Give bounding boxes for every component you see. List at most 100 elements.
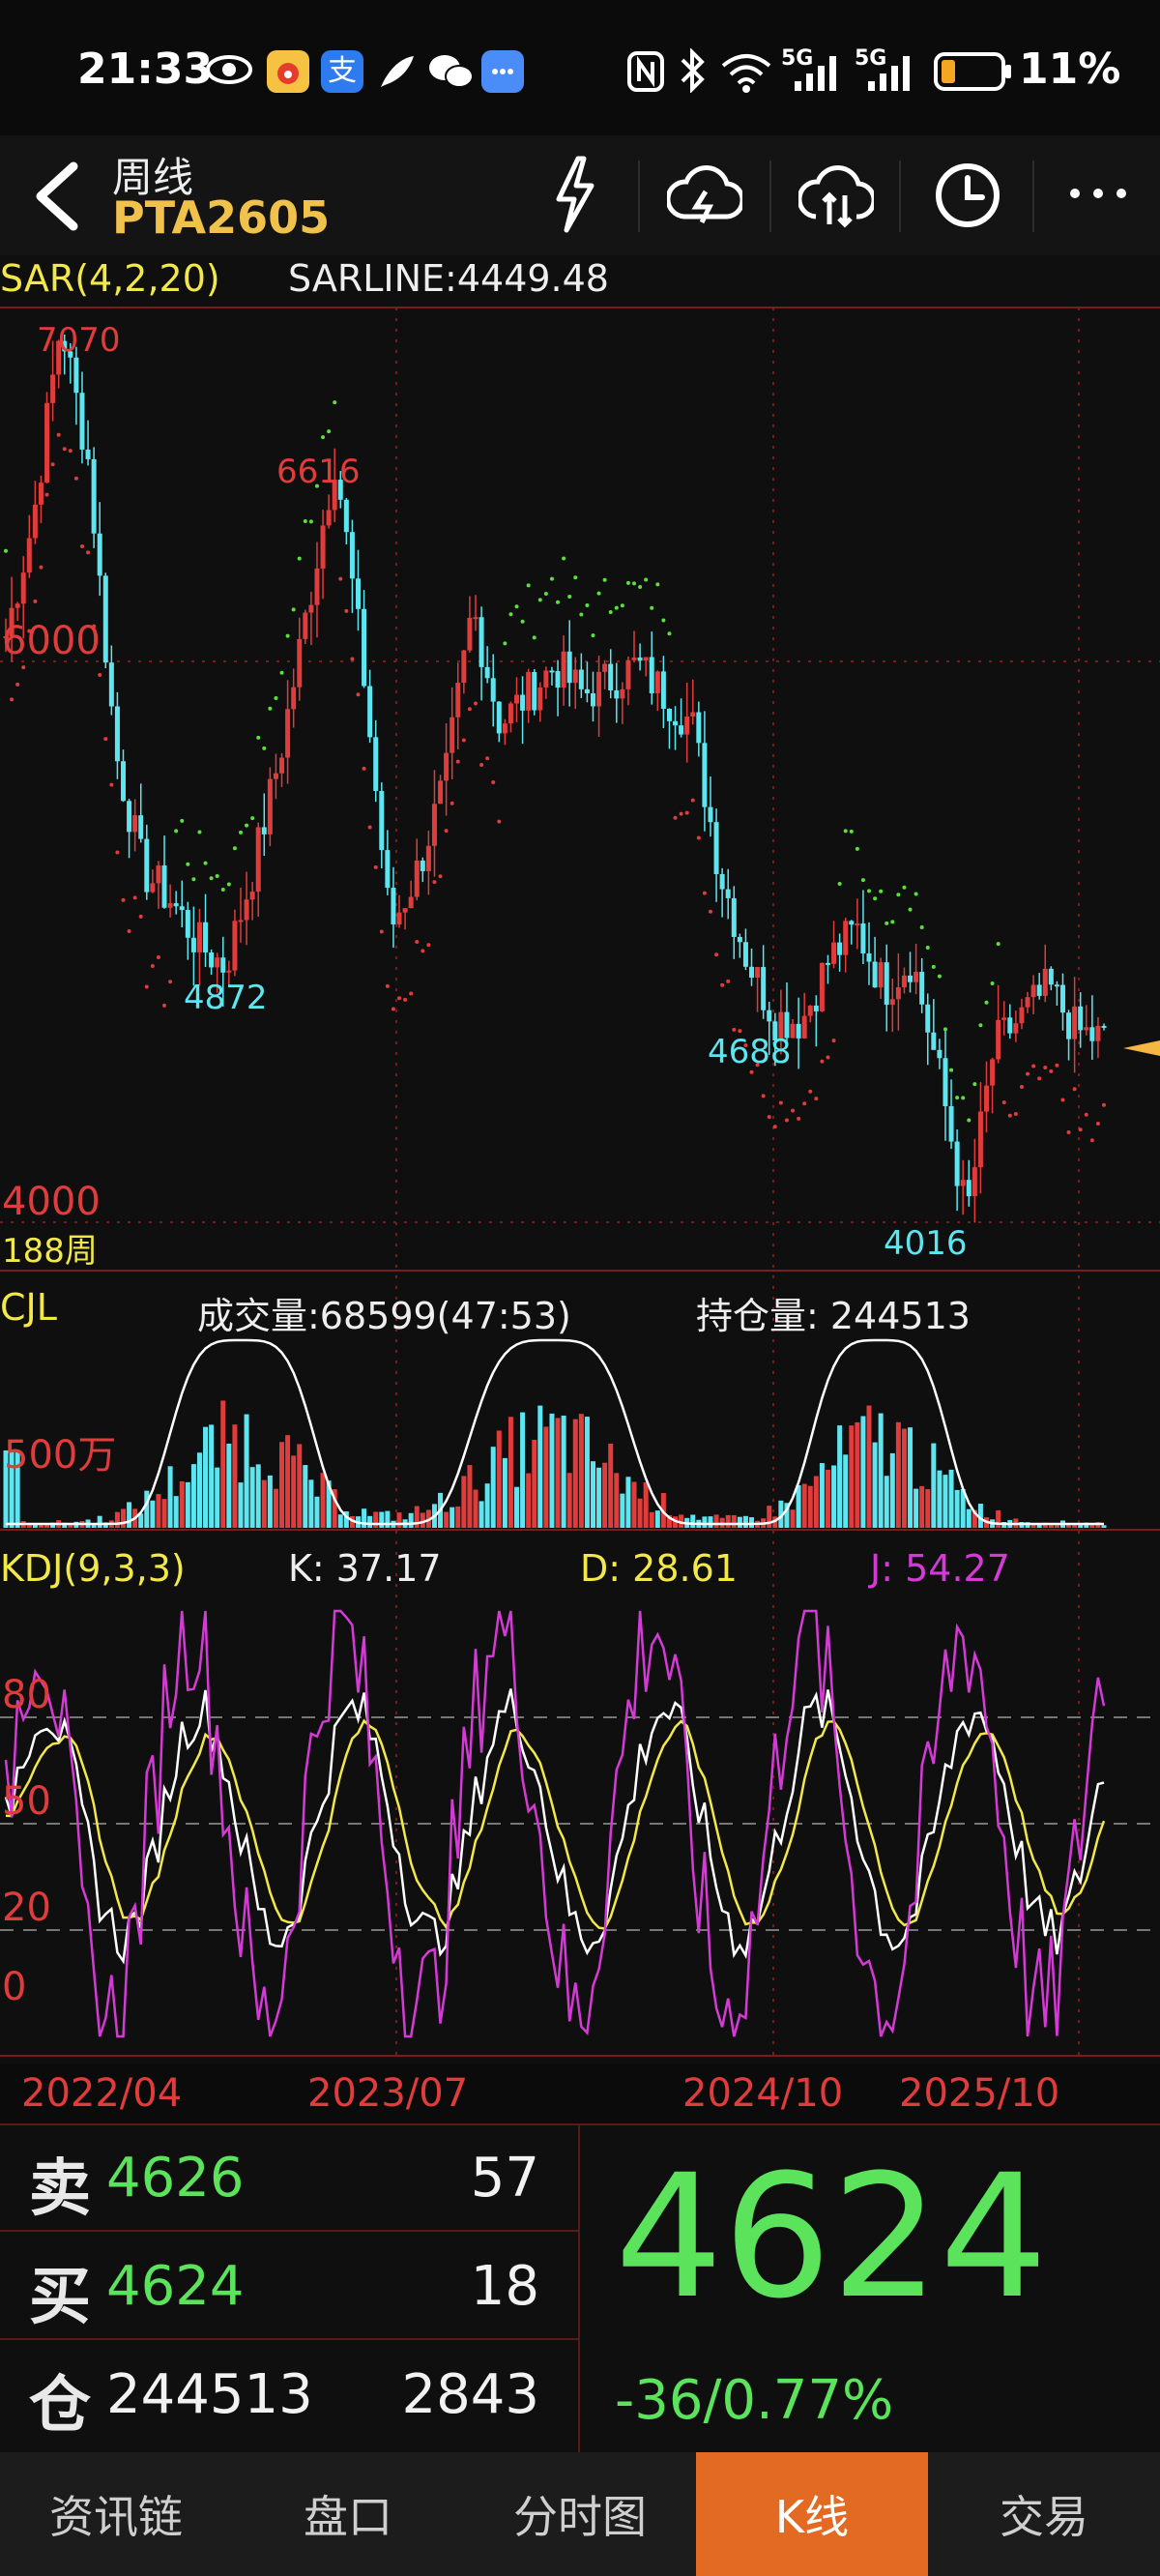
flash-icon[interactable]: [547, 153, 601, 236]
tab-news-chain[interactable]: 资讯链: [0, 2452, 232, 2576]
sar-dot: [690, 798, 695, 803]
volume-bar: [173, 1496, 179, 1528]
candle-body: [584, 688, 590, 694]
cjl-indicator-label[interactable]: CJL: [0, 1286, 57, 1329]
sar-dot: [338, 576, 343, 581]
candle-body: [44, 402, 50, 483]
price-change: -36/0.77%: [615, 2369, 894, 2432]
weibo-icon: [267, 50, 309, 93]
kdj-d-value: D: 28.61: [580, 1547, 738, 1590]
candle-body: [108, 662, 114, 707]
sar-dot: [426, 943, 431, 948]
volume-bar: [291, 1455, 297, 1528]
candle-body: [872, 961, 878, 988]
cloud-sync-icon[interactable]: [798, 157, 874, 234]
candle-body: [167, 903, 173, 908]
volume-bar: [566, 1473, 572, 1528]
sar-dot: [537, 598, 542, 602]
volume-bar: [203, 1426, 209, 1528]
candle-body: [303, 612, 308, 639]
candle-body: [925, 1004, 931, 1033]
candle-body: [966, 1180, 972, 1197]
sar-dot: [673, 815, 678, 820]
volume-bar: [849, 1425, 855, 1528]
tab-kline[interactable]: K线: [696, 2452, 928, 2576]
kline-chart[interactable]: SAR(4,2,20) SARLINE:4449.48 6000 4000 18…: [0, 255, 1160, 2064]
sar-dot: [984, 1000, 989, 1005]
sar-dot: [849, 829, 854, 834]
sell-row[interactable]: 卖 4626 57: [0, 2123, 578, 2232]
sar-dot: [884, 921, 889, 925]
sar-dot: [543, 591, 548, 596]
volume-bar: [1089, 1525, 1095, 1528]
candle-body: [749, 966, 755, 979]
sar-dot: [238, 830, 243, 834]
candle-body: [425, 845, 431, 871]
sar-dot: [726, 979, 731, 983]
candle-body: [79, 393, 85, 450]
sar-dot: [972, 1082, 977, 1087]
more-icon[interactable]: [1063, 174, 1137, 213]
candle-body: [919, 972, 925, 1005]
candle-body: [937, 1049, 942, 1059]
candle-body: [496, 701, 502, 734]
candle-body: [984, 1085, 990, 1112]
volume-bar: [637, 1498, 643, 1528]
kdj-indicator-label[interactable]: KDJ(9,3,3): [0, 1547, 186, 1590]
sar-dot: [890, 920, 895, 924]
candle-body: [120, 761, 126, 802]
sar-dot: [896, 893, 901, 897]
volume-bar: [713, 1514, 719, 1528]
candle-body: [843, 921, 849, 955]
sar-dot: [808, 1089, 813, 1094]
nfc-icon: [627, 51, 664, 92]
symbol-label: PTA2605: [112, 191, 331, 244]
volume-bar: [561, 1415, 566, 1528]
volume-bar: [232, 1424, 238, 1528]
candle-body: [901, 975, 907, 988]
volume-bar: [690, 1514, 696, 1528]
candle-body: [343, 499, 349, 533]
candle-body: [702, 743, 708, 807]
sar-dot: [967, 1118, 972, 1123]
candle-body: [761, 967, 767, 1010]
sar-dot: [1072, 1087, 1077, 1092]
volume-bar: [261, 1479, 267, 1528]
candle-body: [908, 975, 914, 982]
sar-indicator-label[interactable]: SAR(4,2,20): [0, 257, 220, 300]
sar-dot: [15, 682, 20, 687]
tab-order-book[interactable]: 盘口: [232, 2452, 464, 2576]
tab-trade[interactable]: 交易: [928, 2452, 1160, 2576]
candle-body: [203, 922, 209, 953]
sar-dot: [791, 1108, 796, 1113]
sar-dot: [1031, 1064, 1036, 1068]
kdj-d-line: [5, 1718, 1106, 1930]
volume-bar: [255, 1464, 261, 1528]
sar-dot: [132, 895, 137, 900]
buy-row[interactable]: 买 4624 18: [0, 2232, 578, 2340]
sar-dot: [121, 897, 126, 902]
volume-bar: [1048, 1525, 1054, 1528]
candle-body: [596, 671, 602, 707]
back-icon[interactable]: [25, 155, 89, 238]
volume-bar: [314, 1496, 320, 1528]
candle-body: [414, 860, 420, 897]
volume-bar: [450, 1507, 455, 1528]
sar-dot: [115, 850, 120, 855]
clock-icon[interactable]: [930, 157, 1005, 234]
sar-dot: [303, 518, 307, 523]
sar-dot: [203, 861, 208, 865]
sar-dot: [350, 657, 355, 661]
sar-dot: [585, 602, 590, 607]
tab-intraday[interactable]: 分时图: [464, 2452, 696, 2576]
kdj-k-line: [4, 1688, 1105, 1965]
volume-bar: [526, 1473, 532, 1528]
candle-body: [855, 922, 860, 925]
volume-bar: [937, 1470, 942, 1528]
sar-dot: [931, 964, 936, 969]
x-axis-label: 2024/10: [682, 2071, 844, 2116]
cloud-lightning-icon[interactable]: [667, 157, 742, 234]
volume-bar: [825, 1469, 830, 1528]
candle-body: [555, 670, 561, 688]
candle-body: [156, 865, 161, 884]
